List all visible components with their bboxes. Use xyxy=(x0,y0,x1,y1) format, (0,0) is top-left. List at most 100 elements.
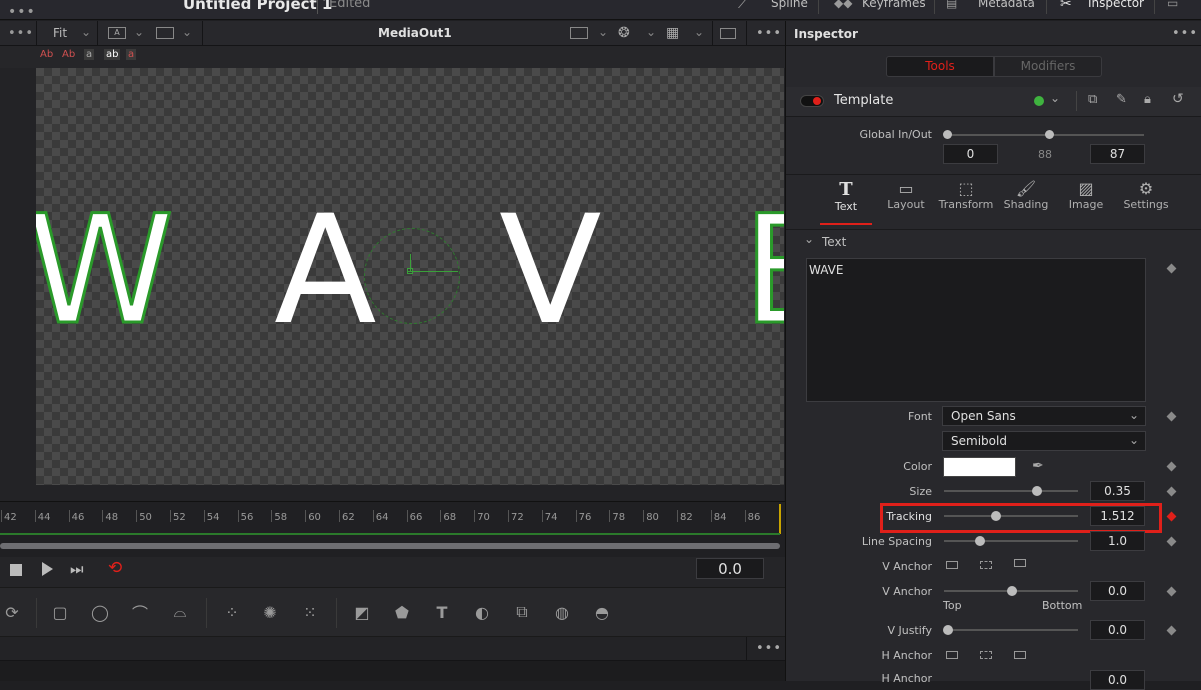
viewer-menu-icon[interactable]: ••• xyxy=(756,26,782,41)
particle-emitter-icon[interactable]: ⁘ xyxy=(220,600,244,624)
bspline-mask-icon[interactable]: ⌓ xyxy=(168,600,192,624)
chevron-down-icon[interactable]: ⌄ xyxy=(646,25,656,39)
vanchor-field[interactable]: 0.0 xyxy=(1090,581,1145,601)
light-3d-icon[interactable]: ◍ xyxy=(550,600,574,624)
tab-settings[interactable]: ⚙ Settings xyxy=(1116,179,1176,211)
size-field[interactable]: 0.35 xyxy=(1090,481,1145,501)
rectangle-mask-icon[interactable]: ▢ xyxy=(48,600,72,624)
hanchor-center-icon[interactable] xyxy=(980,651,992,659)
grid-view-icon[interactable] xyxy=(570,27,588,39)
line-spacing-field[interactable]: 1.0 xyxy=(1090,531,1145,551)
tracking-slider[interactable] xyxy=(944,515,1078,517)
keyframe-button-active[interactable] xyxy=(1166,511,1177,522)
vanchor-top-icon[interactable] xyxy=(946,561,958,569)
hanchor-right-icon[interactable] xyxy=(1014,651,1026,659)
center-widget[interactable] xyxy=(364,228,460,324)
time-ruler[interactable]: 42 44 46 48 50 52 54 56 58 60 62 64 66 68 70 72 74 76 78 80… xyxy=(0,501,785,535)
channel-a-icon[interactable]: A xyxy=(108,27,126,39)
hanchor-left-icon[interactable] xyxy=(946,651,958,659)
keyframes-button[interactable]: Keyframes xyxy=(862,0,926,10)
tab-image[interactable]: ▨ Image xyxy=(1056,179,1116,211)
ellipse-mask-icon[interactable]: ◯ xyxy=(88,600,112,624)
node-editor[interactable] xyxy=(0,661,785,681)
vjustify-slider-knob[interactable] xyxy=(943,625,953,635)
modifiers-tab[interactable]: Modifiers xyxy=(994,56,1102,77)
reset-icon[interactable]: ↺ xyxy=(1172,91,1184,107)
camera-3d-icon[interactable]: ⧉ xyxy=(510,600,534,624)
spline-icon[interactable]: ⟋ xyxy=(738,0,748,12)
line-spacing-slider-knob[interactable] xyxy=(975,536,985,546)
inspector-menu-icon[interactable]: ••• xyxy=(1172,26,1198,41)
keyframes-icon[interactable]: ◆◆ xyxy=(834,0,852,10)
zoom-dropdown[interactable]: Fit ⌄ xyxy=(36,21,98,46)
hanchor-field[interactable]: 0.0 xyxy=(1090,670,1145,690)
loop-icon[interactable]: ⟲ xyxy=(108,558,122,578)
size-slider-knob[interactable] xyxy=(1032,486,1042,496)
copy-icon[interactable]: ⧉ xyxy=(1088,92,1097,107)
global-out-field[interactable]: 87 xyxy=(1090,144,1145,164)
text-3d-icon[interactable]: T xyxy=(430,600,454,624)
particle-render-icon[interactable]: ✺ xyxy=(258,600,282,624)
font-dropdown[interactable]: Open Sans ⌄ xyxy=(942,406,1146,426)
keyframe-button[interactable] xyxy=(1166,461,1177,472)
chevron-down-icon[interactable]: ⌄ xyxy=(598,25,608,39)
keyframe-button[interactable] xyxy=(1166,263,1177,274)
vanchor-center-icon[interactable] xyxy=(980,561,992,569)
shape-3d-icon[interactable]: ⬟ xyxy=(390,600,414,624)
guides-icon[interactable]: ▦ xyxy=(666,25,679,41)
font-style-dropdown[interactable]: Semibold ⌄ xyxy=(942,431,1146,451)
line-spacing-slider[interactable] xyxy=(944,540,1078,542)
keyframe-button[interactable] xyxy=(1166,411,1177,422)
global-out-handle[interactable] xyxy=(1045,130,1054,139)
center-crosshair[interactable] xyxy=(408,271,458,272)
global-in-field[interactable]: 0 xyxy=(943,144,998,164)
keyframe-button[interactable] xyxy=(1166,625,1177,636)
inspector-tool-icon[interactable]: ✂ xyxy=(1060,0,1072,12)
text-overlay-chip[interactable]: Ab xyxy=(62,49,75,60)
text-overlay-chip[interactable]: a xyxy=(84,49,95,60)
inspector-button[interactable]: Inspector xyxy=(1088,0,1144,10)
color-swatch[interactable] xyxy=(943,457,1016,477)
active-indicator-icon[interactable] xyxy=(1034,96,1044,106)
tab-layout[interactable]: ▭ Layout xyxy=(876,179,936,211)
scrub-bar[interactable] xyxy=(0,535,785,557)
tracking-slider-knob[interactable] xyxy=(991,511,1001,521)
viewer-options-icon[interactable]: ••• xyxy=(8,26,34,41)
chevron-down-icon[interactable]: ⌄ xyxy=(1050,91,1060,105)
tab-shading[interactable]: 🖌︎ Shading xyxy=(996,179,1056,211)
view-layout-icon[interactable] xyxy=(156,27,174,39)
safe-frame-icon[interactable] xyxy=(720,28,736,39)
vjustify-slider[interactable] xyxy=(944,629,1078,631)
spline-button[interactable]: Spline xyxy=(771,0,808,10)
text-overlay-chip[interactable]: a xyxy=(126,49,137,60)
node-menu-icon[interactable]: ••• xyxy=(756,641,782,656)
renderer-3d-icon[interactable]: ◓ xyxy=(590,600,614,624)
vjustify-field[interactable]: 0.0 xyxy=(1090,620,1145,640)
vanchor-bottom-icon[interactable] xyxy=(1014,559,1026,567)
metadata-button[interactable]: Metadata xyxy=(978,0,1035,10)
keyframe-button[interactable] xyxy=(1166,536,1177,547)
panel-menu-icon[interactable]: ••• xyxy=(8,4,36,20)
tracking-field[interactable]: 1.512 xyxy=(1090,506,1145,526)
eyedropper-icon[interactable]: ✒ xyxy=(1032,458,1044,474)
skip-end-icon[interactable]: ⏭ xyxy=(70,560,84,578)
chevron-down-icon[interactable]: ⌄ xyxy=(182,25,192,39)
particle-system-icon[interactable]: ⁙ xyxy=(298,600,322,624)
pin-icon[interactable]: ✎ xyxy=(1116,92,1127,107)
chevron-down-icon[interactable]: ⌄ xyxy=(134,25,144,39)
tools-tab[interactable]: Tools xyxy=(886,56,994,77)
timecode-field[interactable]: 0.0 xyxy=(696,558,764,579)
tab-text[interactable]: T Text xyxy=(816,179,876,213)
size-slider[interactable] xyxy=(944,490,1078,492)
chevron-down-icon[interactable]: ⌄ xyxy=(694,25,704,39)
keyframe-button[interactable] xyxy=(1166,486,1177,497)
viewer-canvas[interactable]: W A V E xyxy=(36,68,784,485)
fullscreen-icon[interactable]: ▭ xyxy=(1167,0,1178,10)
color-channels-icon[interactable]: ❂ xyxy=(618,25,630,41)
playhead[interactable] xyxy=(779,504,781,534)
merge-3d-icon[interactable]: ◐ xyxy=(470,600,494,624)
vanchor-slider-knob[interactable] xyxy=(1007,586,1017,596)
polygon-mask-icon[interactable]: ⌒ xyxy=(128,600,152,624)
keyframe-button[interactable] xyxy=(1166,586,1177,597)
global-in-handle[interactable] xyxy=(943,130,952,139)
